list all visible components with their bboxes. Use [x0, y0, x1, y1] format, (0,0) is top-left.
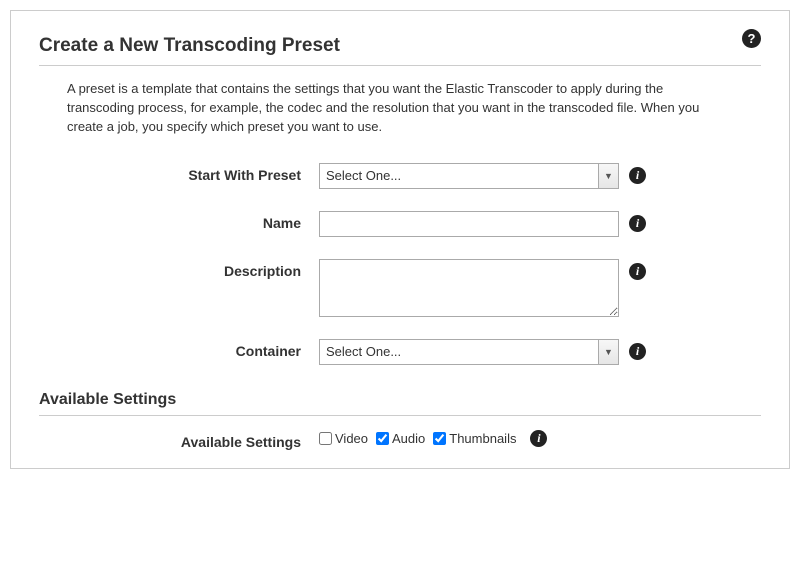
- name-input[interactable]: [319, 211, 619, 237]
- available-settings-checkboxes: Video Audio Thumbnails i: [319, 430, 547, 447]
- info-icon[interactable]: i: [629, 215, 646, 232]
- checkbox-video[interactable]: [319, 432, 332, 445]
- row-description: Description i: [39, 259, 761, 317]
- label-name: Name: [39, 211, 319, 231]
- checkbox-item-video[interactable]: Video: [319, 431, 368, 446]
- row-start-with-preset: Start With Preset Select One... ▼ i: [39, 163, 761, 189]
- row-available-settings: Available Settings Video Audio Thumbnail…: [39, 430, 761, 450]
- checkbox-thumbnails-label: Thumbnails: [449, 431, 516, 446]
- checkbox-thumbnails[interactable]: [433, 432, 446, 445]
- checkbox-video-label: Video: [335, 431, 368, 446]
- info-icon[interactable]: i: [629, 343, 646, 360]
- title-divider: [39, 65, 761, 66]
- intro-text: A preset is a template that contains the…: [67, 80, 727, 137]
- checkbox-item-audio[interactable]: Audio: [376, 431, 425, 446]
- available-settings-heading: Available Settings: [39, 391, 761, 409]
- row-name: Name i: [39, 211, 761, 237]
- info-icon[interactable]: i: [629, 167, 646, 184]
- label-start-with-preset: Start With Preset: [39, 163, 319, 183]
- description-input[interactable]: [319, 259, 619, 317]
- checkbox-audio[interactable]: [376, 432, 389, 445]
- page-title: Create a New Transcoding Preset: [39, 35, 761, 57]
- label-container: Container: [39, 339, 319, 359]
- label-available-settings: Available Settings: [39, 430, 319, 450]
- info-icon[interactable]: i: [629, 263, 646, 280]
- label-description: Description: [39, 259, 319, 279]
- select-start-with-preset-value: Select One...: [326, 168, 401, 183]
- select-start-with-preset[interactable]: Select One... ▼: [319, 163, 619, 189]
- select-container-value: Select One...: [326, 344, 401, 359]
- chevron-down-icon: ▼: [598, 164, 618, 188]
- settings-divider: [39, 415, 761, 416]
- checkbox-audio-label: Audio: [392, 431, 425, 446]
- info-icon[interactable]: i: [530, 430, 547, 447]
- page-help-button[interactable]: ?: [742, 29, 761, 48]
- chevron-down-icon: ▼: [598, 340, 618, 364]
- select-container[interactable]: Select One... ▼: [319, 339, 619, 365]
- checkbox-item-thumbnails[interactable]: Thumbnails: [433, 431, 516, 446]
- create-preset-panel: ? Create a New Transcoding Preset A pres…: [10, 10, 790, 469]
- help-icon: ?: [742, 29, 761, 48]
- row-container: Container Select One... ▼ i: [39, 339, 761, 365]
